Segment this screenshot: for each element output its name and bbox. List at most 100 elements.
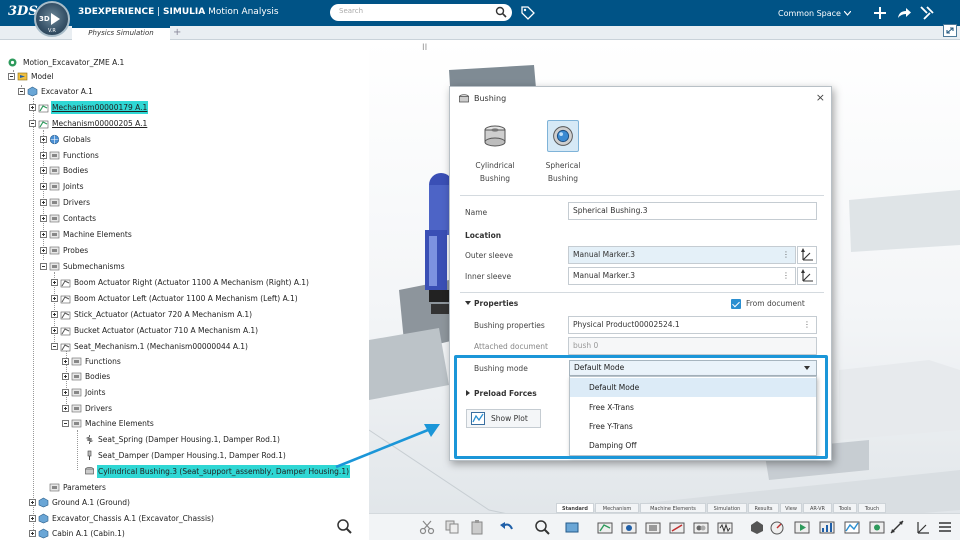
brand-name: 3DEXPERIENCE: [78, 7, 155, 17]
expand-toggle[interactable]: [51, 279, 58, 286]
search-input[interactable]: [339, 7, 489, 15]
close-icon[interactable]: ×: [816, 91, 825, 104]
expand-toggle[interactable]: [40, 215, 47, 222]
tab-mechanism[interactable]: Mechanism: [595, 503, 639, 513]
collapse-toggle[interactable]: [18, 88, 25, 95]
expand-toggle[interactable]: [40, 167, 47, 174]
expand-toggle[interactable]: [62, 358, 69, 365]
simulate-icon[interactable]: [794, 519, 810, 535]
tools-icon[interactable]: [918, 4, 936, 22]
more-icon[interactable]: ⋮: [782, 268, 790, 284]
split-handle[interactable]: II: [422, 43, 427, 53]
folder-icon: [49, 198, 60, 207]
spring-icon[interactable]: [717, 519, 733, 535]
gauge-icon[interactable]: [769, 519, 785, 535]
pick-outer-sleeve-button[interactable]: [797, 246, 817, 264]
properties-section-label[interactable]: Properties: [474, 299, 518, 308]
expand-toggle[interactable]: [40, 199, 47, 206]
inner-sleeve-field[interactable]: Manual Marker.3 ⋮: [568, 267, 796, 285]
tab-machine-elements[interactable]: Machine Elements: [640, 503, 706, 513]
sensor-icon[interactable]: [749, 519, 765, 535]
tree-label: Machine Elements: [85, 419, 154, 428]
chevron-down-icon: [843, 10, 851, 16]
expand-toggle[interactable]: [29, 530, 36, 537]
expand-toggle[interactable]: [51, 295, 58, 302]
joint-icon[interactable]: [621, 519, 637, 535]
dialog-header[interactable]: Bushing ×: [450, 87, 831, 111]
mechanism-icon: [38, 104, 49, 113]
folder-icon: [49, 151, 60, 160]
collapse-properties-icon[interactable]: [465, 301, 471, 305]
from-document-checkbox[interactable]: [731, 299, 741, 309]
collapse-toggle[interactable]: [8, 73, 15, 80]
tab-physics-simulation[interactable]: Physics Simulation: [72, 26, 170, 40]
tab-standard[interactable]: Standard: [556, 503, 594, 513]
expand-toggle[interactable]: [29, 499, 36, 506]
expand-toggle[interactable]: [51, 311, 58, 318]
mechanism-icon[interactable]: [597, 519, 613, 535]
plus-icon[interactable]: [871, 4, 889, 22]
pick-inner-sleeve-button[interactable]: [797, 267, 817, 285]
axis-icon[interactable]: [914, 519, 930, 535]
folder-icon: [71, 404, 82, 413]
undo-icon[interactable]: [499, 519, 515, 535]
expand-toggle[interactable]: [51, 327, 58, 334]
animation-icon[interactable]: [869, 519, 885, 535]
outer-sleeve-field[interactable]: Manual Marker.3 ⋮: [568, 246, 796, 264]
zoom-icon[interactable]: [336, 518, 352, 534]
cylindrical-bushing-button[interactable]: Cylindrical Bushing: [462, 119, 528, 189]
folder-icon: [71, 388, 82, 397]
more-icon[interactable]: ⋮: [803, 317, 811, 333]
expand-toggle[interactable]: [40, 152, 47, 159]
tab-view[interactable]: View: [780, 503, 802, 513]
tag-icon[interactable]: [520, 5, 536, 21]
tab-tools[interactable]: Tools: [833, 503, 857, 513]
bushing-properties-field[interactable]: Physical Product00002524.1 ⋮: [568, 316, 817, 334]
expand-toggle[interactable]: [40, 183, 47, 190]
name-input[interactable]: Spherical Bushing.3: [568, 202, 817, 220]
spherical-bushing-button[interactable]: Spherical Bushing: [530, 119, 596, 189]
share-icon[interactable]: [895, 4, 913, 22]
results-icon[interactable]: [819, 519, 835, 535]
paste-icon[interactable]: [469, 519, 485, 535]
tab-simulation[interactable]: Simulation: [707, 503, 747, 513]
search-icon[interactable]: [495, 6, 507, 18]
expand-toggle[interactable]: [40, 231, 47, 238]
tree-label: Parameters: [63, 483, 106, 492]
compass-button[interactable]: 3D V.R: [34, 1, 70, 37]
body-icon[interactable]: [645, 519, 661, 535]
attached-document-label: Attached document: [474, 342, 548, 351]
more-icon[interactable]: ⋮: [782, 247, 790, 263]
tab-touch[interactable]: Touch: [858, 503, 886, 513]
expand-toggle[interactable]: [62, 389, 69, 396]
settings-icon[interactable]: [937, 519, 953, 535]
tree-label: Submechanisms: [63, 262, 125, 271]
zoom-icon[interactable]: [534, 519, 550, 535]
globe-icon: [49, 134, 60, 145]
expand-toggle[interactable]: [40, 136, 47, 143]
contact-icon[interactable]: [693, 519, 709, 535]
expand-button[interactable]: [943, 24, 957, 37]
fit-all-icon[interactable]: [564, 519, 580, 535]
bushing-icon: [459, 94, 469, 103]
tab-ar-vr[interactable]: AR-VR: [803, 503, 832, 513]
expand-toggle[interactable]: [29, 515, 36, 522]
expand-toggle[interactable]: [62, 373, 69, 380]
collapse-toggle[interactable]: [62, 420, 69, 427]
cut-icon[interactable]: [419, 519, 435, 535]
measure-icon[interactable]: [889, 519, 905, 535]
tree-label: Mechanism00000205 A.1: [52, 119, 148, 128]
expand-toggle[interactable]: [29, 104, 36, 111]
collapse-toggle[interactable]: [29, 120, 36, 127]
tab-results[interactable]: Results: [748, 503, 779, 513]
expand-toggle[interactable]: [40, 247, 47, 254]
collapse-toggle[interactable]: [51, 343, 58, 350]
collapse-toggle[interactable]: [40, 263, 47, 270]
copy-icon[interactable]: [444, 519, 460, 535]
add-tab-button[interactable]: +: [173, 26, 181, 39]
expand-toggle[interactable]: [62, 405, 69, 412]
space-dropdown[interactable]: Common Space: [778, 9, 851, 18]
gear-icon: [8, 58, 17, 67]
plot-icon[interactable]: [844, 519, 860, 535]
driver-icon[interactable]: [669, 519, 685, 535]
